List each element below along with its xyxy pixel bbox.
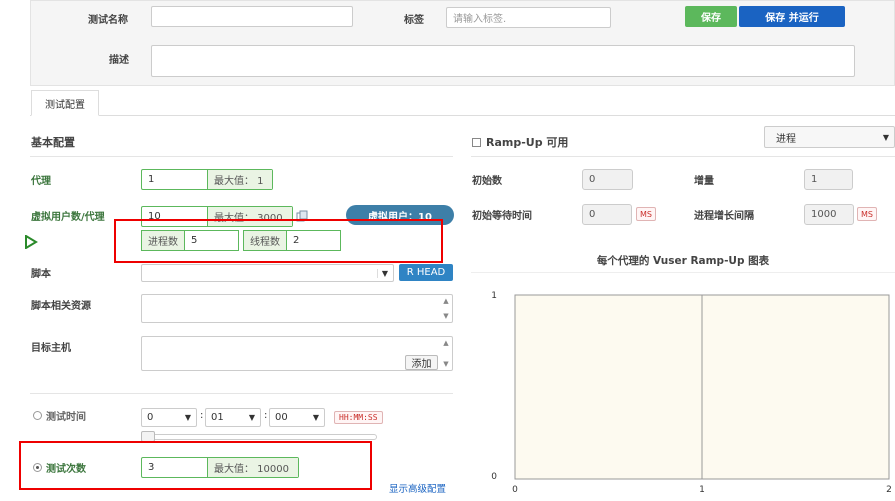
duration-label: 测试时间	[46, 412, 86, 423]
agent-label: 代理	[31, 176, 51, 187]
chart-title-divider	[471, 272, 895, 273]
annotation-box-process-thread	[114, 219, 443, 263]
description-label: 描述	[109, 55, 129, 66]
vusers-label: 虚拟用户数/代理	[31, 212, 105, 223]
agent-max: 最大值： 1	[208, 170, 272, 189]
minutes-select[interactable]: 01 ▼	[205, 408, 261, 427]
hours-value: 0	[147, 412, 154, 423]
chevron-down-icon: ▼	[882, 132, 889, 142]
rampup-mode-value: 进程	[776, 133, 796, 145]
duration-divider	[30, 393, 453, 394]
basic-config-divider	[30, 156, 453, 157]
rampup-divider	[471, 156, 895, 157]
interval-unit: MS	[857, 207, 877, 221]
time-format-hint: HH:MM:SS	[334, 411, 383, 424]
chevron-down-icon: ▼	[184, 413, 191, 422]
rampup-enable-label: Ramp-Up 可用	[486, 136, 569, 149]
cursor-arrow-icon	[25, 235, 38, 249]
script-label: 脚本	[31, 269, 51, 280]
rampup-mode-select[interactable]: 进程 ▼	[764, 126, 895, 148]
increment-label: 增量	[694, 176, 714, 187]
show-advanced-link[interactable]: 显示高级配置	[389, 481, 446, 495]
basic-config-title: 基本配置	[31, 136, 75, 149]
script-resources-textarea[interactable]: ▲ ▼	[141, 294, 453, 323]
seconds-value: 00	[275, 412, 288, 423]
target-host-label: 目标主机	[31, 343, 71, 354]
initial-count-label: 初始数	[472, 176, 502, 187]
initial-wait-label: 初始等待时间	[472, 211, 532, 222]
tab-test-config[interactable]: 测试配置	[31, 90, 99, 116]
tags-label: 标签	[404, 15, 424, 26]
hours-select[interactable]: 0 ▼	[141, 408, 197, 427]
agent-input-group: 1 最大值： 1	[141, 169, 273, 190]
chart-x-tick-label: 1	[699, 485, 705, 495]
tags-input[interactable]: 请输入标签.	[446, 7, 611, 28]
chart-x-tick-label: 2	[886, 485, 892, 495]
tab-test-config-label: 测试配置	[45, 99, 85, 111]
rampup-checkbox[interactable]	[472, 137, 481, 147]
rampup-chart: 0 1 2 0 1	[491, 291, 892, 495]
chevron-down-icon: ▼	[248, 413, 255, 422]
script-select[interactable]: ▼	[141, 264, 394, 282]
chart-title: 每个代理的 Vuser Ramp-Up 图表	[596, 255, 770, 267]
time-colon: :	[200, 410, 204, 421]
initial-count-input[interactable]: 0	[582, 169, 633, 190]
duration-radio[interactable]	[33, 411, 42, 420]
description-input[interactable]	[151, 45, 855, 77]
seconds-select[interactable]: 00 ▼	[269, 408, 325, 427]
chevron-down-icon: ▼	[376, 268, 388, 278]
initial-wait-input[interactable]: 0	[582, 204, 632, 225]
save-button[interactable]: 保存	[685, 6, 737, 27]
duration-slider-track[interactable]	[141, 434, 377, 440]
chart-x-tick-label: 0	[512, 485, 518, 495]
initial-wait-unit: MS	[636, 207, 656, 221]
interval-input[interactable]: 1000	[804, 204, 854, 225]
tab-baseline	[30, 115, 895, 116]
r-head-button[interactable]: R HEAD	[399, 264, 453, 281]
increment-input[interactable]: 1	[804, 169, 853, 190]
chevron-down-icon: ▼	[312, 413, 319, 422]
add-host-button[interactable]: 添加	[405, 355, 438, 370]
minutes-value: 01	[211, 412, 224, 423]
chart-y-tick-label: 1	[491, 291, 497, 301]
annotation-box-run-count	[19, 441, 372, 490]
agent-input[interactable]: 1	[142, 170, 208, 189]
textarea-scrollbar[interactable]: ▲ ▼	[440, 295, 452, 322]
save-and-run-button[interactable]: 保存 并运行	[739, 6, 845, 27]
test-name-input[interactable]	[151, 6, 353, 27]
rampup-enable-row[interactable]: Ramp-Up 可用	[472, 134, 568, 150]
test-name-label: 测试名称	[88, 15, 128, 26]
duration-radio-row[interactable]: 测试时间	[33, 408, 86, 423]
textarea-scrollbar[interactable]: ▲ ▼	[440, 337, 452, 370]
time-colon: :	[264, 410, 268, 421]
script-resources-label: 脚本相关资源	[31, 301, 91, 312]
chart-y-tick-label: 0	[491, 472, 497, 482]
interval-label: 进程增长间隔	[694, 211, 754, 222]
